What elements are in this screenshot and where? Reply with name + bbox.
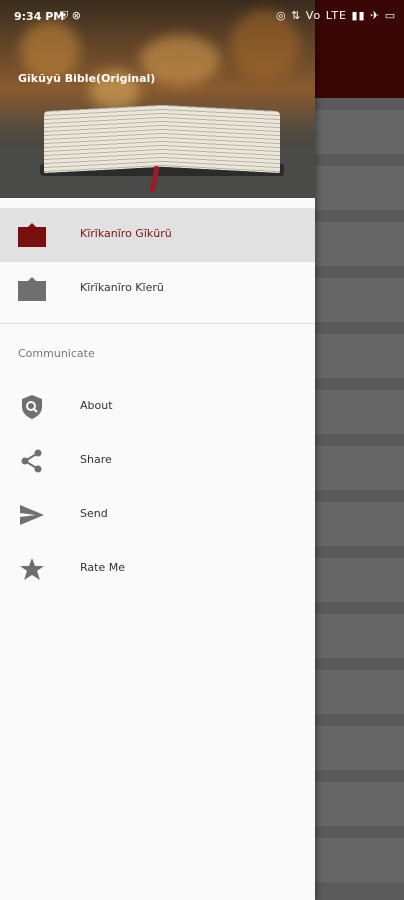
open-bible-image (40, 104, 284, 193)
background-list-row (315, 826, 404, 882)
background-list-row (315, 714, 404, 770)
background-list-row (315, 322, 404, 378)
menu-item-label: Send (80, 507, 108, 520)
background-app-scrim[interactable] (315, 0, 404, 900)
menu-item-label: About (80, 399, 113, 412)
background-list-row (315, 378, 404, 434)
navigation-drawer: Gĩkũyũ Bible(Original) Kĩrĩkanĩro Gĩkũrũ… (0, 0, 315, 900)
background-list-row (315, 490, 404, 546)
menu-item-label: Kĩrĩkanĩro Gĩkũrũ (80, 227, 172, 240)
menu-item-about[interactable]: About (0, 380, 315, 434)
menu-item-label: Share (80, 453, 112, 466)
status-notification-icons: ⛨ ⊗ (60, 9, 81, 22)
background-list-row (315, 602, 404, 658)
menu-item-old-testament[interactable]: Kĩrĩkanĩro Gĩkũrũ (0, 208, 315, 262)
menu-item-rate-me[interactable]: Rate Me (0, 542, 315, 596)
background-list-row (315, 658, 404, 714)
book-page-left (44, 104, 162, 174)
status-system-icons: ◎ ⇅ Vo LTE ▮▮ ✈ ▭ (276, 9, 397, 22)
share-icon (21, 449, 42, 473)
menu-item-new-testament[interactable]: Kĩrĩkanĩro Kĩerũ (0, 262, 315, 316)
book-page-right (162, 104, 280, 174)
background-list-row (315, 770, 404, 826)
background-list-row (315, 98, 404, 154)
status-time: 9:34 PM (14, 10, 65, 23)
star-icon (20, 558, 44, 580)
menu-item-send[interactable]: Send (0, 488, 315, 542)
background-list-row (315, 266, 404, 322)
app-title: Gĩkũyũ Bible(Original) (18, 72, 156, 85)
send-icon (20, 505, 44, 525)
menu-item-share[interactable]: Share (0, 434, 315, 488)
background-list-row (315, 210, 404, 266)
background-list-row (315, 546, 404, 602)
book-icon (18, 277, 46, 301)
menu-item-label: Kĩrĩkanĩro Kĩerũ (80, 281, 164, 294)
shield-search-icon (22, 395, 42, 419)
menu-item-label: Rate Me (80, 561, 125, 574)
book-icon (18, 223, 46, 247)
background-list-row (315, 154, 404, 210)
background-list-row (315, 434, 404, 490)
section-header-communicate: Communicate (18, 347, 95, 360)
menu-divider (0, 323, 315, 324)
status-bar: 9:34 PM ⛨ ⊗ ◎ ⇅ Vo LTE ▮▮ ✈ ▭ (0, 0, 404, 34)
